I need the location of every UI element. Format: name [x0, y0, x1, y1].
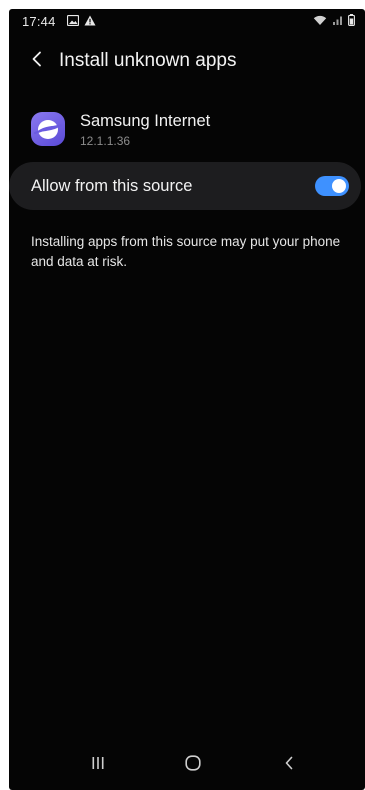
home-button[interactable]: [175, 750, 211, 780]
page-title: Install unknown apps: [59, 50, 237, 71]
nav-back-button[interactable]: [271, 750, 307, 780]
signal-icon: [332, 14, 343, 29]
app-header: Install unknown apps: [9, 45, 365, 77]
status-system-icons: [313, 14, 355, 29]
chevron-left-icon: [31, 51, 43, 72]
app-name: Samsung Internet: [80, 112, 211, 130]
allow-from-source-row[interactable]: Allow from this source: [9, 162, 361, 210]
battery-icon: [348, 14, 355, 29]
risk-description: Installing apps from this source may put…: [31, 234, 341, 269]
app-version: 12.1.1.36: [80, 134, 131, 148]
allow-from-source-toggle[interactable]: [315, 176, 349, 196]
wifi-icon: [313, 14, 327, 29]
toggle-knob: [332, 179, 346, 193]
status-time: 17:44: [22, 14, 56, 29]
recent-apps-icon: [91, 756, 105, 775]
back-icon: [284, 756, 294, 775]
image-icon: [66, 14, 80, 29]
status-notification-icons: [66, 14, 96, 29]
recent-apps-button[interactable]: [80, 750, 116, 780]
warning-icon: [84, 14, 96, 29]
home-icon: [185, 754, 201, 776]
navigation-bar: [9, 740, 365, 790]
phone-screen: 17:44 Install unknown apps Samsung Inter…: [9, 9, 365, 790]
samsung-internet-icon: [31, 112, 65, 146]
status-bar: 17:44: [9, 9, 365, 35]
back-button[interactable]: [25, 49, 49, 73]
app-info: Samsung Internet 12.1.1.36: [31, 112, 365, 152]
allow-from-source-label: Allow from this source: [31, 177, 193, 195]
